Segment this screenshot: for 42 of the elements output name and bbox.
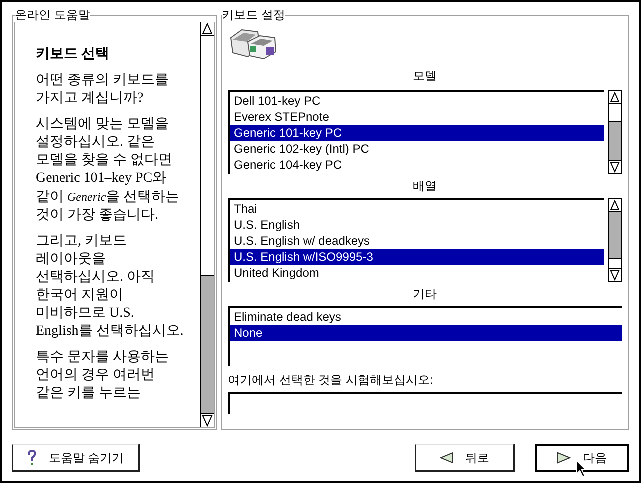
down-arrow-icon[interactable] [609, 160, 621, 173]
help-paragraph: 그리고, 키보드 레이아웃을 선택하십시오. 아직 한국어 지원이 미비하므로 U.S. English를 선택하십시오. [36, 233, 185, 341]
scrollbar[interactable] [200, 22, 214, 427]
scrollbar[interactable] [608, 90, 622, 174]
section-label: 모델 [412, 68, 437, 84]
scrollbar-thumb[interactable] [609, 258, 621, 268]
list-item[interactable]: Everex STEPnote [230, 109, 604, 125]
list-item[interactable]: None [230, 325, 622, 341]
right-triangle-icon [557, 452, 571, 464]
next-button[interactable]: 다음 [535, 444, 629, 472]
panel-title: 키보드 설정 [222, 8, 286, 22]
up-arrow-icon[interactable] [200, 22, 214, 36]
section-label: 배열 [412, 178, 437, 194]
scrollbar[interactable] [608, 198, 622, 282]
list-item[interactable]: Generic 101-key PC [230, 125, 604, 141]
list-item[interactable]: U.S. English w/ISO9995-3 [230, 249, 604, 265]
question-mark-icon [26, 450, 37, 466]
list-item[interactable]: Eliminate dead keys [230, 309, 622, 325]
list-item[interactable]: United Kingdom [230, 265, 604, 281]
scrollbar-thumb[interactable] [200, 36, 214, 276]
down-arrow-icon[interactable] [200, 413, 214, 427]
hide-help-button[interactable]: 도움말 숨기기 [12, 444, 140, 472]
help-paragraph: 시스템에 맞는 모델을 설정하십시오. 같은 모델을 찾을 수 없다면 Generic 101–key PC와 같이 Generic을 선택하는 것이 가장 좋습니다. [36, 116, 181, 225]
left-triangle-icon [440, 452, 454, 464]
help-paragraph: 특수 문자를 사용하는 언어의 경우 여러번 같은 키를 누르는 [36, 349, 170, 403]
scrollbar-thumb[interactable] [609, 104, 621, 122]
test-input-field[interactable] [228, 392, 622, 414]
list-item[interactable]: Generic 102-key (Intl) PC [230, 141, 604, 157]
panel-title: 온라인 도움말 [15, 8, 90, 22]
list-item[interactable]: U.S. English w/ deadkeys [230, 233, 604, 249]
help-heading: 키보드 선택 [36, 46, 110, 64]
list-item[interactable]: Dell 101-key PC [230, 93, 604, 109]
test-label: 여기에서 선택한 것을 시험해보십시오: [228, 372, 434, 388]
up-arrow-icon[interactable] [609, 199, 621, 212]
help-paragraph: 어떤 종류의 키보드를 가지고 계십니까? [36, 72, 170, 108]
list-item[interactable]: Thai [230, 201, 604, 217]
up-arrow-icon[interactable] [609, 91, 621, 104]
list-item[interactable]: Generic 104-key PC [230, 157, 604, 173]
back-button[interactable]: 뒤로 [415, 444, 515, 472]
list-item[interactable]: U.S. English [230, 217, 604, 233]
section-label: 기타 [412, 286, 437, 302]
down-arrow-icon[interactable] [609, 268, 621, 281]
